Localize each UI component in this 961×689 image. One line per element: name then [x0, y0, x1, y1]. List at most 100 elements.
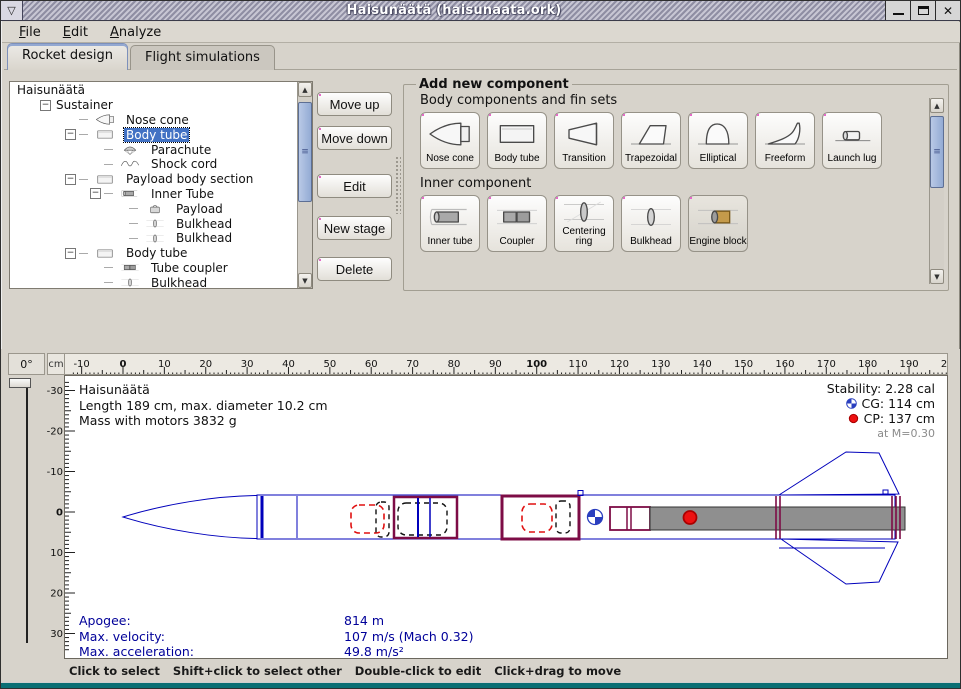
new-stage-button[interactable]: New stage	[317, 216, 392, 240]
tree-item-bulkhead[interactable]: Bulkhead	[11, 216, 296, 231]
svg-text:40: 40	[282, 359, 295, 370]
bodytube-icon	[90, 173, 120, 186]
titlebar[interactable]: ▽ Haisunäätä (haisunaata.ork) ✕	[1, 1, 960, 21]
tree-expander-icon[interactable]: −	[65, 174, 76, 185]
rocket-canvas[interactable]: HaisunäätäLength 189 cm, max. diameter 1…	[64, 375, 948, 659]
tree-item-nose-cone[interactable]: Nose cone	[11, 113, 296, 128]
minimize-button[interactable]	[885, 1, 910, 20]
component-button-row: Inner tube CouplerCentering ringBulkheadE…	[420, 195, 938, 252]
fin-lower-shape[interactable]	[781, 539, 898, 584]
tree-expander-icon[interactable]: −	[65, 248, 76, 259]
tree-item-label: Shock cord	[149, 157, 219, 171]
rocket-info-text: HaisunäätäLength 189 cm, max. diameter 1…	[79, 382, 328, 429]
tree-item-label: Bulkhead	[149, 276, 209, 288]
scroll-down-icon[interactable]: ▼	[298, 273, 312, 288]
nose-cone-shape[interactable]	[123, 496, 257, 539]
maximize-button[interactable]	[910, 1, 935, 20]
tree-expander-icon[interactable]: −	[65, 129, 76, 140]
flight-stat-label: Max. acceleration:	[79, 644, 344, 660]
add-bulkhead-button[interactable]: Bulkhead	[621, 195, 681, 252]
tree-item-inner-tube[interactable]: − Inner Tube	[11, 187, 296, 202]
tree-item-label: Payload	[174, 202, 225, 216]
component-group-label: Inner component	[420, 176, 938, 191]
component-button-label: Nose cone	[426, 154, 474, 164]
bodytube-icon	[90, 247, 120, 260]
parachute-icon	[115, 143, 145, 156]
component-button-label: Launch lug	[828, 154, 877, 164]
tree-item-bulkhead[interactable]: Bulkhead	[11, 231, 296, 246]
tree-scrollbar[interactable]: ▲ ≡ ▼	[297, 82, 312, 288]
tree-item-payload[interactable]: Payload	[11, 201, 296, 216]
cp-marker	[684, 511, 697, 524]
tree-item-body-tube[interactable]: − Body tube	[11, 127, 296, 142]
tree-item-shock-cord[interactable]: Shock cord	[11, 157, 296, 172]
svg-text:90: 90	[489, 359, 502, 370]
component-button-label: Inner tube	[427, 237, 472, 247]
tree-item-label: Body tube	[124, 246, 189, 260]
fin-upper-shape[interactable]	[779, 452, 899, 495]
add-nose-cone-button[interactable]: Nose cone	[420, 112, 480, 169]
tree-item-payload-body-section[interactable]: −Payload body section	[11, 172, 296, 187]
menubar: FileEditAnalyze	[2, 22, 961, 43]
svg-text:190: 190	[899, 359, 918, 370]
add-centering-ring-button[interactable]: Centering ring	[554, 195, 614, 252]
splitter-handle[interactable]	[395, 156, 401, 214]
tree-item-body-tube[interactable]: − Body tube	[11, 246, 296, 261]
scrollbar-thumb[interactable]: ≡	[930, 116, 944, 188]
rocket-info-line: Haisunäätä	[79, 382, 328, 398]
tab-rocket-design[interactable]: Rocket design	[7, 43, 128, 70]
tree-expander-icon[interactable]: −	[90, 188, 101, 199]
menu-file[interactable]: File	[8, 23, 52, 42]
tree-expander-icon[interactable]: −	[40, 100, 51, 111]
window-menu-icon[interactable]: ▽	[1, 1, 23, 20]
svg-text:-30: -30	[47, 386, 63, 397]
rotation-slider-track[interactable]	[26, 387, 28, 643]
svg-text:-10: -10	[73, 359, 89, 370]
component-group-label: Body components and fin sets	[420, 93, 938, 108]
scroll-up-icon[interactable]: ▲	[298, 82, 312, 97]
flight-stat-row: Apogee:814 m	[79, 613, 474, 629]
svg-text:120: 120	[610, 359, 629, 370]
scroll-down-icon[interactable]: ▼	[930, 269, 944, 284]
tree-item-label: Sustainer	[54, 98, 115, 112]
transition-icon	[557, 113, 611, 154]
rotation-slider-thumb[interactable]	[9, 378, 31, 388]
delete-button[interactable]: Delete	[317, 257, 392, 281]
edit-button[interactable]: Edit	[317, 174, 392, 198]
component-button-label: Elliptical	[700, 154, 737, 164]
menu-edit[interactable]: Edit	[52, 23, 99, 42]
status-hint: Click+drag to move	[494, 664, 621, 678]
add-freeform-button[interactable]: Freeform	[755, 112, 815, 169]
component-scrollbar[interactable]: ▲ ≡ ▼	[929, 98, 944, 284]
close-button[interactable]: ✕	[935, 1, 960, 20]
svg-text:10: 10	[158, 359, 171, 370]
tree-item-haisun-t-[interactable]: Haisunäätä	[11, 83, 296, 98]
cg-icon	[846, 398, 857, 409]
tree-item-parachute[interactable]: Parachute	[11, 142, 296, 157]
move-down-button[interactable]: Move down	[317, 126, 392, 150]
scrollbar-thumb[interactable]: ≡	[298, 102, 312, 202]
tree-item-tube-coupler[interactable]: Tube coupler	[11, 261, 296, 276]
component-button-label: Trapezoidal	[625, 154, 677, 164]
tree-item-bulkhead[interactable]: Bulkhead	[11, 275, 296, 288]
tree-item-label: Inner Tube	[149, 187, 216, 201]
add-body-tube-button[interactable]: Body tube	[487, 112, 547, 169]
add-elliptical-button[interactable]: Elliptical	[688, 112, 748, 169]
add-transition-button[interactable]: Transition	[554, 112, 614, 169]
add-trapezoidal-button[interactable]: Trapezoidal	[621, 112, 681, 169]
add-coupler-button[interactable]: Coupler	[487, 195, 547, 252]
tree-item-sustainer[interactable]: −Sustainer	[11, 98, 296, 113]
add-inner-tube-button[interactable]: Inner tube	[420, 195, 480, 252]
tab-flight-simulations[interactable]: Flight simulations	[130, 45, 275, 70]
add-engine-block-button[interactable]: Engine block	[688, 195, 748, 252]
rocket-info-line: Length 189 cm, max. diameter 10.2 cm	[79, 398, 328, 414]
svg-text:20: 20	[50, 589, 63, 600]
add-component-title: Add new component	[416, 77, 572, 92]
move-up-button[interactable]: Move up	[317, 92, 392, 116]
flight-stat-value: 814 m	[344, 613, 384, 628]
add-launch-lug-button[interactable]: Launch lug	[822, 112, 882, 169]
menu-analyze[interactable]: Analyze	[99, 23, 172, 42]
svg-text:180: 180	[858, 359, 877, 370]
scroll-up-icon[interactable]: ▲	[930, 98, 944, 113]
tree-item-label: Body tube	[124, 128, 189, 142]
